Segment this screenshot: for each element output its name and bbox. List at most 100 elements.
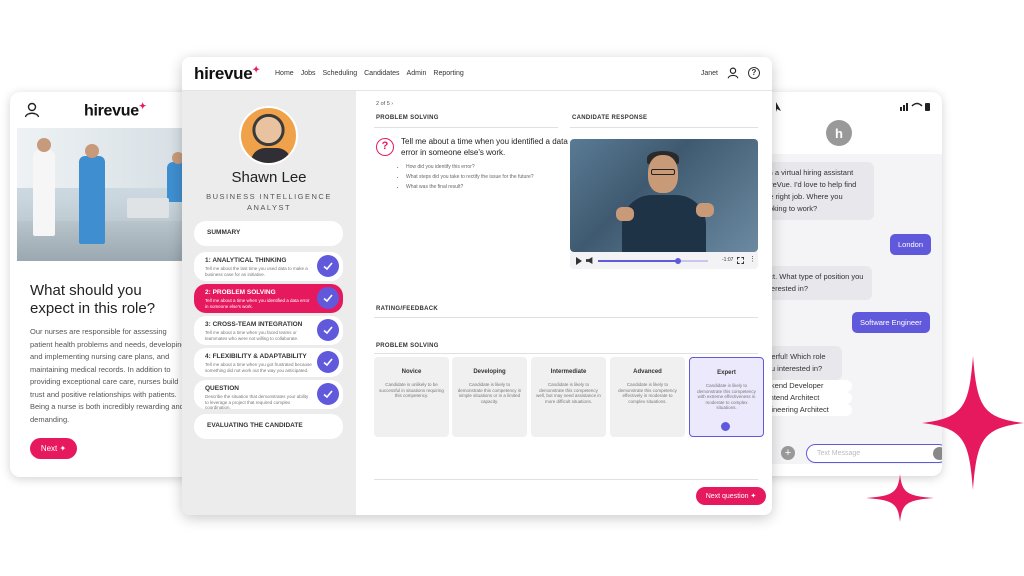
chatbot-mobile-card: h I'm a virtual hiring assistant HireVue… bbox=[756, 92, 942, 476]
chat-input-row: + Text Message bbox=[778, 444, 942, 464]
video-controls: -1:07 ⋮ bbox=[570, 252, 758, 269]
check-icon bbox=[317, 351, 339, 373]
interview-question: Tell me about a time when you identified… bbox=[401, 137, 568, 157]
follow-up-item: How did you identify this error? bbox=[406, 162, 576, 172]
question-pager[interactable]: 2 of 5 › bbox=[376, 101, 393, 107]
top-navigation: hirevue✦ Home Jobs Scheduling Candidates… bbox=[182, 57, 772, 91]
check-icon bbox=[317, 287, 339, 309]
user-icon[interactable] bbox=[24, 102, 40, 118]
candidate-role: BUSINESS INTELLIGENCE ANALYST bbox=[206, 192, 332, 212]
candidate-avatar bbox=[239, 106, 298, 165]
wifi-icon bbox=[911, 102, 923, 107]
location-arrow-icon bbox=[776, 102, 781, 112]
rating-level: Expert bbox=[717, 370, 736, 376]
user-message: Software Engineer bbox=[852, 312, 930, 333]
next-button[interactable]: Next ✦ bbox=[30, 438, 77, 459]
section-label: CANDIDATE RESPONSE bbox=[572, 115, 648, 121]
divider bbox=[374, 353, 758, 354]
help-icon[interactable]: ? bbox=[748, 67, 760, 79]
competency-desc: Tell me about the last time you used dat… bbox=[205, 266, 308, 277]
rating-level: Developing bbox=[473, 369, 506, 375]
check-icon bbox=[317, 319, 339, 341]
play-icon[interactable] bbox=[576, 257, 582, 265]
divider bbox=[374, 317, 758, 318]
follow-up-item: What steps did you take to rectify the i… bbox=[406, 172, 576, 182]
rating-novice[interactable]: Novice Candidate is unlikely to be succe… bbox=[374, 357, 449, 437]
competency-desc: Tell me about a time when you identified… bbox=[205, 298, 310, 309]
rating-desc: Candidate is likely to demonstrate this … bbox=[697, 383, 756, 410]
phone-status-bar bbox=[776, 102, 930, 112]
nav-jobs[interactable]: Jobs bbox=[301, 70, 316, 77]
nav-home[interactable]: Home bbox=[275, 70, 294, 77]
role-expectation-heading: What should you expect in this role? bbox=[30, 282, 156, 317]
rating-expert[interactable]: Expert Candidate is likely to demonstrat… bbox=[689, 357, 764, 437]
user-message: London bbox=[890, 234, 932, 255]
competency-problem-solving[interactable]: 2: PROBLEM SOLVING Tell me about a time … bbox=[194, 284, 343, 313]
chevron-right-icon: › bbox=[391, 101, 394, 107]
divider bbox=[374, 479, 758, 480]
section-label: PROBLEM SOLVING bbox=[376, 115, 439, 121]
rating-intermediate[interactable]: Intermediate Candidate is likely to demo… bbox=[531, 357, 606, 437]
add-attachment-button[interactable]: + bbox=[781, 446, 795, 460]
competency-cross-team-integration[interactable]: 3: CROSS-TEAM INTEGRATION Tell me about … bbox=[194, 316, 343, 345]
rating-level: Novice bbox=[401, 369, 422, 375]
question-mark-icon: ? bbox=[376, 138, 394, 156]
competency-desc: Tell me about a time when you got frustr… bbox=[205, 362, 312, 373]
hospital-photo bbox=[17, 128, 196, 261]
rating-developing[interactable]: Developing Candidate is likely to demons… bbox=[452, 357, 527, 437]
careers-mobile-card: hirevue✦ What should you expect in this … bbox=[10, 92, 196, 477]
nav-admin[interactable]: Admin bbox=[407, 70, 427, 77]
competency-question[interactable]: QUESTION Describe the situation that dem… bbox=[194, 380, 343, 410]
battery-icon bbox=[925, 103, 930, 111]
selected-check-icon bbox=[721, 422, 730, 431]
video-progress[interactable] bbox=[598, 258, 708, 264]
rating-level: Advanced bbox=[633, 369, 662, 375]
question-review-panel: 2 of 5 › PROBLEM SOLVING CANDIDATE RESPO… bbox=[356, 91, 772, 515]
summary-tab[interactable]: SUMMARY bbox=[194, 221, 343, 246]
evaluating-candidate-tab[interactable]: EVALUATING THE CANDIDATE bbox=[194, 414, 343, 439]
section-label: RATING/FEEDBACK bbox=[376, 306, 439, 312]
candidate-name: Shawn Lee bbox=[231, 169, 307, 186]
competency-desc: Describe the situation that demonstrates… bbox=[205, 394, 309, 410]
role-description: Our nurses are responsible for assessing… bbox=[30, 327, 186, 424]
divider bbox=[374, 127, 558, 128]
nav-candidates[interactable]: Candidates bbox=[364, 70, 399, 77]
competency-title: QUESTION bbox=[205, 385, 239, 392]
bot-message: fect. What type of position you interest… bbox=[756, 266, 872, 300]
time-remaining: -1:07 bbox=[722, 257, 734, 263]
section-label: PROBLEM SOLVING bbox=[376, 343, 439, 349]
rating-desc: Candidate is likely to demonstrate this … bbox=[457, 382, 522, 404]
follow-up-item: What was the final result? bbox=[406, 182, 576, 192]
mobile-header: hirevue✦ bbox=[10, 92, 196, 128]
rating-desc: Candidate is likely to demonstrate this … bbox=[536, 382, 601, 404]
next-question-button[interactable]: Next question ✦ bbox=[696, 487, 766, 505]
check-icon bbox=[317, 255, 339, 277]
rating-advanced[interactable]: Advanced Candidate is likely to demonstr… bbox=[610, 357, 685, 437]
bot-message: I'm a virtual hiring assistant HireVue. … bbox=[756, 162, 874, 220]
candidate-video[interactable] bbox=[570, 139, 758, 252]
hirevue-logo[interactable]: hirevue✦ bbox=[194, 64, 260, 84]
volume-icon[interactable] bbox=[586, 257, 593, 264]
rating-desc: Candidate is likely to demonstrate this … bbox=[618, 382, 677, 404]
more-options-icon[interactable]: ⋮ bbox=[749, 255, 756, 263]
check-icon bbox=[317, 383, 339, 405]
rating-desc: Candidate is unlikely to be successful i… bbox=[379, 382, 444, 398]
competency-flexibility-adaptability[interactable]: 4: FLEXIBILITY & ADAPTABILITY Tell me ab… bbox=[194, 348, 343, 377]
nav-scheduling[interactable]: Scheduling bbox=[322, 70, 357, 77]
nav-links: Home Jobs Scheduling Candidates Admin Re… bbox=[275, 70, 464, 77]
competency-title: 3: CROSS-TEAM INTEGRATION bbox=[205, 321, 303, 328]
sparkle-decoration bbox=[922, 356, 1024, 490]
competency-desc: Tell me about a time when you faced team… bbox=[205, 330, 299, 341]
interview-review-window: hirevue✦ Home Jobs Scheduling Candidates… bbox=[182, 57, 772, 515]
user-icon[interactable] bbox=[727, 67, 739, 79]
competency-title: 1: ANALYTICAL THINKING bbox=[205, 257, 287, 264]
fullscreen-icon[interactable] bbox=[737, 257, 744, 264]
candidate-sidebar: Shawn Lee BUSINESS INTELLIGENCE ANALYST … bbox=[182, 91, 356, 515]
rating-scale: Novice Candidate is unlikely to be succe… bbox=[374, 357, 764, 437]
hirevue-logo: hirevue✦ bbox=[84, 101, 147, 120]
user-name[interactable]: Janet bbox=[701, 70, 718, 77]
competency-analytical-thinking[interactable]: 1: ANALYTICAL THINKING Tell me about the… bbox=[194, 252, 343, 281]
follow-up-list: How did you identify this error? What st… bbox=[406, 162, 576, 192]
divider bbox=[570, 127, 758, 128]
nav-reporting[interactable]: Reporting bbox=[433, 70, 463, 77]
